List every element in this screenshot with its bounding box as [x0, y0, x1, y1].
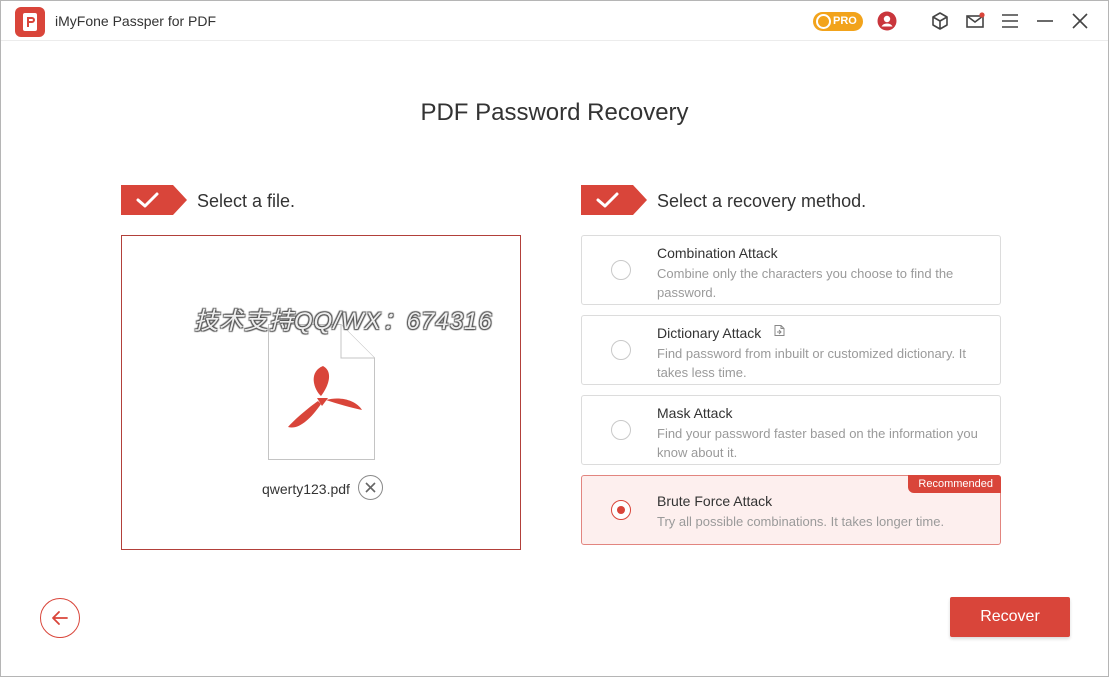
method-title: Dictionary Attack — [657, 325, 762, 341]
back-button[interactable] — [40, 598, 80, 638]
mail-icon[interactable] — [965, 11, 985, 31]
pro-label: PRO — [833, 15, 857, 27]
method-description: Combine only the characters you choose t… — [657, 266, 954, 300]
arrow-left-icon — [52, 611, 68, 625]
close-icon[interactable] — [1070, 11, 1090, 31]
recover-button[interactable]: Recover — [950, 597, 1070, 637]
check-tag-icon — [581, 185, 647, 215]
app-window: iMyFone Passper for PDF PRO PDF Password… — [0, 0, 1109, 677]
method-mask-attack[interactable]: Mask Attack Find your password faster ba… — [581, 395, 1001, 465]
remove-file-icon — [365, 482, 376, 493]
radio-button[interactable] — [611, 260, 631, 280]
step-select-file: Select a file. — [121, 185, 421, 215]
method-description: Try all possible combinations. It takes … — [657, 514, 945, 529]
radio-button[interactable] — [611, 340, 631, 360]
hamburger-menu-icon[interactable] — [1000, 11, 1020, 31]
file-name: qwerty123.pdf — [262, 481, 350, 497]
method-combination-attack[interactable]: Combination Attack Combine only the char… — [581, 235, 1001, 305]
remove-file-button[interactable] — [358, 475, 383, 500]
step-method-label: Select a recovery method. — [657, 191, 867, 211]
method-dictionary-attack[interactable]: Dictionary Attack Find password from inb… — [581, 315, 1001, 385]
radio-button-selected[interactable] — [611, 500, 631, 520]
user-account-icon[interactable] — [877, 11, 897, 31]
title-bar: iMyFone Passper for PDF PRO — [1, 1, 1108, 41]
app-title: iMyFone Passper for PDF — [55, 13, 217, 29]
copy-icon[interactable] — [773, 324, 786, 337]
method-brute-force-attack[interactable]: Recommended Brute Force Attack Try all p… — [581, 475, 1001, 545]
pro-coin-icon — [816, 14, 831, 29]
page-title: PDF Password Recovery — [420, 99, 689, 126]
pdf-file-icon — [268, 324, 375, 460]
method-title: Brute Force Attack — [657, 493, 773, 509]
method-description: Find your password faster based on the i… — [657, 426, 978, 460]
minimize-icon[interactable] — [1035, 11, 1055, 31]
file-panel[interactable]: qwerty123.pdf — [121, 235, 521, 550]
pro-badge[interactable]: PRO — [813, 12, 863, 31]
check-tag-icon — [121, 185, 187, 215]
radio-button[interactable] — [611, 420, 631, 440]
passper-logo-icon — [15, 7, 45, 37]
cube-icon[interactable] — [930, 11, 950, 31]
watermark-text: 技术支持QQ/WX：674316 — [194, 308, 493, 335]
step-select-method: Select a recovery method. — [581, 185, 981, 215]
method-title: Combination Attack — [657, 245, 778, 261]
method-title: Mask Attack — [657, 405, 733, 421]
recommended-badge: Recommended — [908, 475, 1001, 493]
method-description: Find password from inbuilt or customized… — [657, 346, 966, 380]
step-file-label: Select a file. — [197, 191, 296, 211]
